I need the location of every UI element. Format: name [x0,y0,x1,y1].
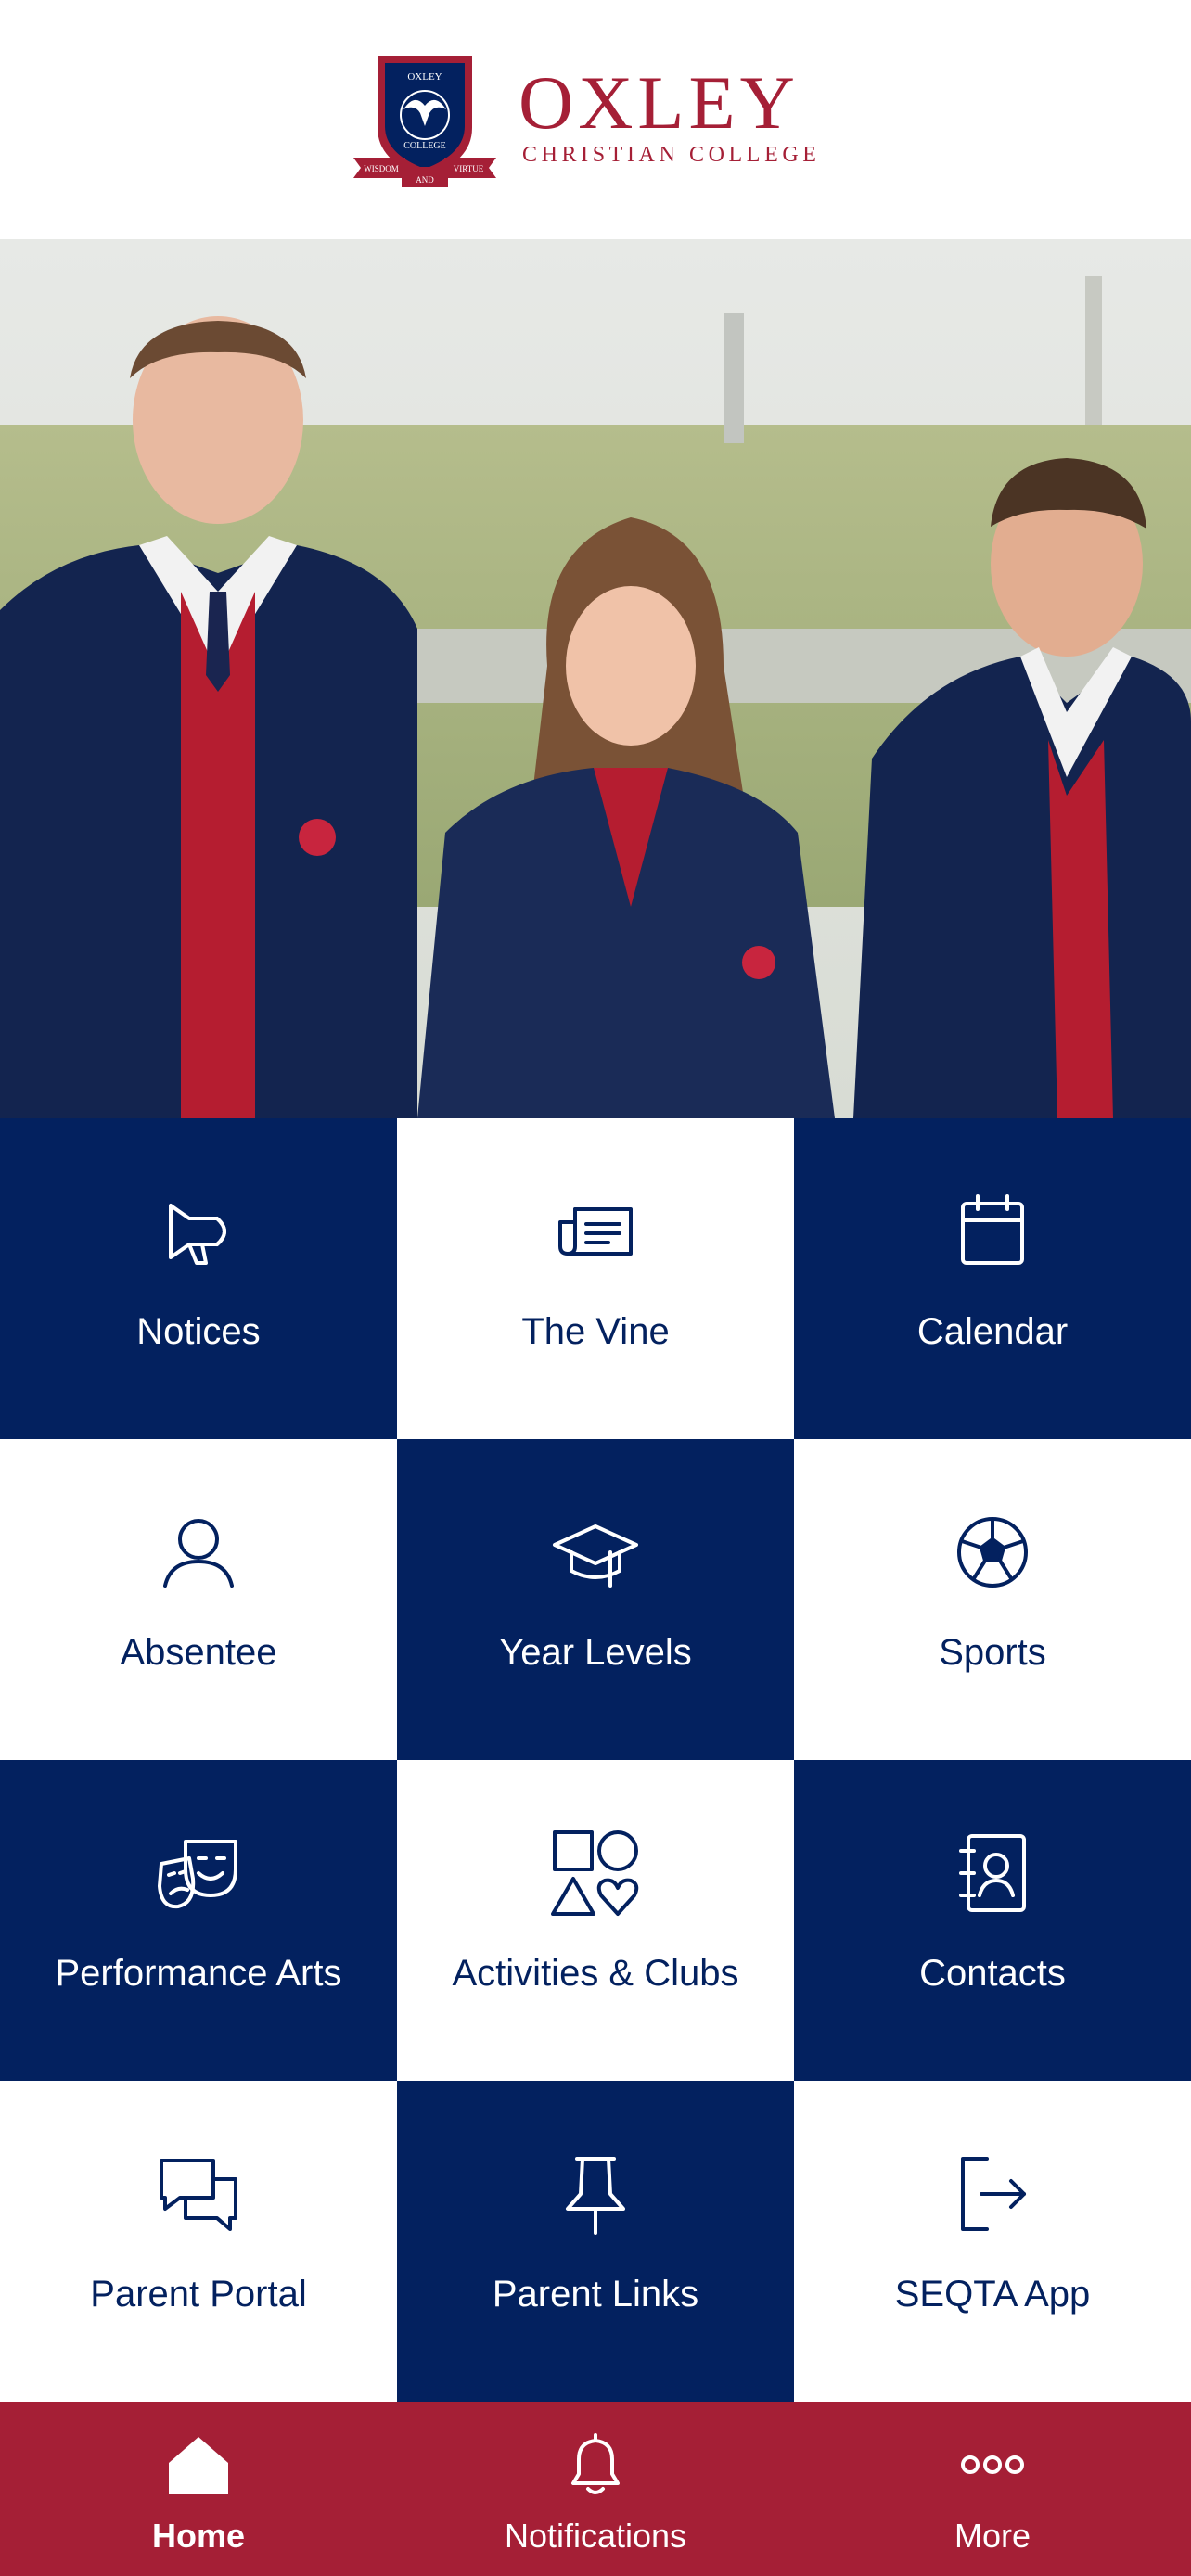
tile-label: SEQTA App [894,2274,1091,2315]
svg-text:OXLEY: OXLEY [407,71,442,83]
tab-notifications[interactable]: Notifications [397,2402,794,2576]
tile-label: Parent Links [492,2274,699,2315]
tile-label: Notices [136,1311,261,1352]
more-dots-icon [961,2455,1024,2474]
tab-label: Home [151,2517,246,2555]
address-book-icon [959,1834,1026,1912]
brand-subtitle: CHRISTIAN COLLEGE [522,143,821,167]
tile-activities-clubs[interactable]: Activities & Clubs [397,1760,794,2081]
tab-home[interactable]: Home [0,2402,397,2576]
tile-label: Contacts [919,1953,1066,1994]
tile-parent-links[interactable]: Parent Links [397,2081,794,2402]
tab-label: More [954,2517,1031,2555]
tile-sports[interactable]: Sports [794,1439,1191,1760]
tile-label: Calendar [916,1311,1069,1352]
tile-calendar[interactable]: Calendar [794,1118,1191,1439]
newspaper-icon [558,1207,633,1256]
tab-label: Notifications [504,2517,687,2555]
menu-grid: Notices The Vine Calendar Absentee Year … [0,1118,1191,2402]
bell-icon [571,2433,620,2494]
theater-masks-icon [158,1840,237,1909]
tile-notices[interactable]: Notices [0,1118,397,1439]
tile-the-vine[interactable]: The Vine [397,1118,794,1439]
tile-label: Activities & Clubs [452,1953,739,1994]
svg-text:COLLEGE: COLLEGE [403,141,446,151]
tile-contacts[interactable]: Contacts [794,1760,1191,2081]
tile-label: Sports [939,1632,1046,1673]
tile-performance-arts[interactable]: Performance Arts [0,1760,397,2081]
svg-text:WISDOM: WISDOM [364,164,399,173]
tile-absentee[interactable]: Absentee [0,1439,397,1760]
tile-label: Performance Arts [55,1953,342,1994]
sign-out-icon [961,2157,1026,2231]
home-icon [169,2437,228,2494]
tile-year-levels[interactable]: Year Levels [397,1439,794,1760]
tile-label: Year Levels [499,1632,692,1673]
tile-seqta-app[interactable]: SEQTA App [794,2081,1191,2402]
tile-label: The Vine [521,1311,670,1352]
pushpin-icon [566,2157,625,2235]
tile-parent-portal[interactable]: Parent Portal [0,2081,397,2402]
hero-photo [0,239,1191,1118]
shapes-icon [551,1830,639,1916]
college-crest-logo: OXLEY COLLEGE WISDOM AND VIRTUE [353,56,496,187]
tile-label: Absentee [120,1632,277,1673]
svg-text:AND: AND [416,175,434,185]
calendar-icon [961,1194,1024,1265]
graduation-cap-icon [553,1524,638,1588]
app-header: OXLEY COLLEGE WISDOM AND VIRTUE OXLEY CH… [0,0,1191,239]
soccer-ball-icon [957,1517,1028,1588]
svg-text:VIRTUE: VIRTUE [454,164,484,173]
brand-name: OXLEY [519,60,800,145]
person-icon [163,1519,234,1588]
megaphone-icon [169,1204,226,1265]
bottom-tab-bar: Home Notifications More [0,2402,1191,2576]
chat-bubbles-icon [160,2159,237,2231]
tab-more[interactable]: More [794,2402,1191,2576]
tile-label: Parent Portal [90,2274,307,2315]
